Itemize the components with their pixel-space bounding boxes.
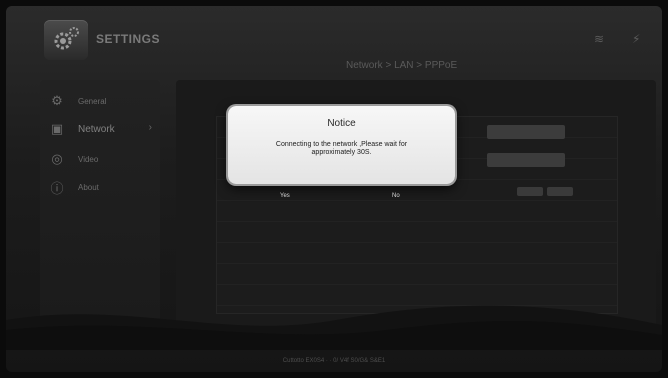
video-icon: ◎: [51, 151, 63, 166]
password-field[interactable]: [487, 153, 565, 167]
cancel-button[interactable]: [547, 187, 573, 196]
sidebar-item-label: About: [78, 182, 99, 192]
sidebar-item-network[interactable]: ▣ Network ›: [48, 118, 152, 140]
sidebar-item-about[interactable]: ⓘ About: [48, 176, 152, 198]
dialog-title: Notice: [327, 118, 356, 129]
usb-icon: ⚡: [632, 32, 641, 46]
app-title: SETTINGS: [96, 32, 161, 46]
dialog-message: Connecting to the network ,Please wait f…: [275, 141, 408, 156]
top-bar: SETTINGS ≋ ⚡: [6, 6, 662, 64]
settings-logo: [44, 20, 88, 60]
gear-icon: ⚙: [51, 93, 63, 108]
sidebar-item-label: General: [78, 96, 107, 106]
info-icon: ⓘ: [50, 180, 64, 196]
background-wave: [6, 305, 662, 350]
yes-button[interactable]: Yes: [280, 193, 290, 199]
username-field[interactable]: [487, 125, 565, 139]
breadcrumb: Network > LAN > PPPoE: [346, 60, 458, 71]
sidebar-item-label: Network: [78, 123, 115, 135]
gear-icon: [54, 27, 79, 50]
no-button[interactable]: No: [392, 193, 400, 199]
notice-dialog: Notice Connecting to the network ,Please…: [228, 106, 455, 184]
connect-button[interactable]: [517, 187, 543, 196]
network-icon: ▣: [50, 121, 64, 136]
status-bar: Cuttotto EX0S4 · · 0/ V4f S0/G& S&E1: [282, 358, 386, 364]
sidebar-item-video[interactable]: ◎ Video: [48, 148, 152, 170]
screen-frame: SETTINGS ≋ ⚡ Network > LAN > PPPoE ⚙ Gen…: [6, 6, 662, 372]
chevron-right-icon: ›: [148, 122, 152, 133]
sidebar-item-label: Video: [78, 154, 99, 164]
wifi-icon: ≋: [594, 32, 605, 46]
sidebar-item-general[interactable]: ⚙ General: [48, 90, 152, 112]
